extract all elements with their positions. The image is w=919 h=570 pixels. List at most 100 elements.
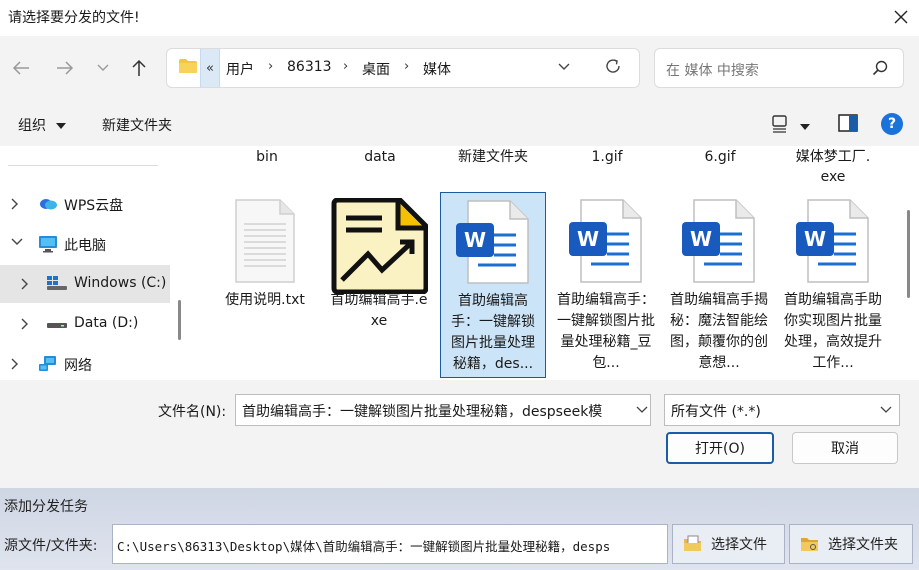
filename-history-dropdown[interactable] bbox=[636, 403, 648, 419]
up-button[interactable] bbox=[124, 53, 154, 83]
select-folder-button[interactable]: 选择文件夹 bbox=[789, 524, 913, 564]
sidebar-item-wps-cloud[interactable]: WPS云盘 bbox=[0, 185, 170, 223]
chevron-right-icon bbox=[11, 198, 18, 210]
sidebar-item-label: Windows (C:) bbox=[74, 275, 167, 291]
network-icon bbox=[39, 356, 56, 371]
breadcrumb-user[interactable]: 86313 bbox=[287, 59, 332, 75]
file-item-doc-selected[interactable]: W 首助编辑高手：一键解锁图片批量处理秘籍，des... bbox=[440, 192, 546, 378]
source-label: 源文件/文件夹: bbox=[4, 538, 98, 554]
file-item-doc[interactable]: W 首助编辑高手助你实现图片批量处理，高效提升工作... bbox=[780, 192, 886, 378]
file-item-media-factory-exe[interactable]: 媒体梦工厂. exe bbox=[778, 147, 888, 187]
file-name-label: 首助编辑高手：一键解锁图片批量处理秘籍_豆包... bbox=[557, 292, 655, 371]
chevron-down-icon bbox=[11, 238, 23, 245]
file-name-label: 首助编辑高手：一键解锁图片批量处理秘籍，des... bbox=[451, 293, 535, 372]
caret-down-icon[interactable] bbox=[800, 118, 810, 134]
folder-picker-icon bbox=[801, 538, 818, 551]
cloud-icon bbox=[40, 199, 57, 210]
address-overflow-button[interactable]: « bbox=[200, 49, 220, 87]
open-button[interactable]: 打开(O) bbox=[666, 432, 774, 464]
file-item-data[interactable]: data bbox=[325, 147, 435, 167]
chevron-down-icon[interactable] bbox=[880, 403, 892, 419]
chevron-down-icon bbox=[97, 64, 109, 71]
file-item-1-gif[interactable]: 1.gif bbox=[552, 147, 662, 167]
chevron-right-icon bbox=[21, 318, 28, 330]
file-item-doc[interactable]: W 首助编辑高手揭秘：魔法智能绘图，颠覆你的创意想... bbox=[666, 192, 772, 378]
source-path-input[interactable]: C:\Users\86313\Desktop\媒体\首助编辑高手：一键解锁图片批… bbox=[112, 524, 668, 564]
windows-drive-icon bbox=[47, 276, 67, 290]
chevron-down-icon bbox=[636, 406, 648, 413]
file-item-6-gif[interactable]: 6.gif bbox=[665, 147, 775, 167]
filename-input[interactable]: 首助编辑高手：一键解锁图片批量处理秘籍，despseek模 bbox=[235, 394, 651, 426]
select-folder-label: 选择文件夹 bbox=[828, 537, 898, 553]
refresh-button[interactable] bbox=[604, 57, 622, 79]
file-picker-icon bbox=[684, 535, 701, 551]
svg-text:W: W bbox=[577, 227, 599, 251]
forward-button[interactable] bbox=[50, 53, 80, 83]
breadcrumb-users[interactable]: 用户 bbox=[226, 59, 254, 79]
select-file-button[interactable]: 选择文件 bbox=[672, 524, 785, 564]
sidebar-item-label: 网络 bbox=[64, 358, 92, 374]
word-doc-icon: W bbox=[682, 199, 755, 283]
sidebar-item-windows-c[interactable]: Windows (C:) bbox=[0, 265, 170, 303]
file-name-label: 首助编辑高手揭秘：魔法智能绘图，颠覆你的创意想... bbox=[670, 292, 768, 371]
sidebar-item-label: WPS云盘 bbox=[64, 198, 124, 214]
sidebar-divider bbox=[8, 165, 158, 166]
search-placeholder[interactable]: 在 媒体 中搜索 bbox=[666, 60, 759, 80]
back-button[interactable] bbox=[6, 53, 36, 83]
sidebar-item-data-d[interactable]: Data (D:) bbox=[0, 305, 170, 343]
breadcrumb-separator[interactable]: › bbox=[343, 59, 348, 74]
caret-down-icon bbox=[56, 123, 67, 129]
organize-menu[interactable]: 组织 bbox=[18, 115, 67, 135]
word-doc-icon: W bbox=[569, 199, 642, 283]
svg-text:W: W bbox=[464, 228, 486, 252]
close-button[interactable] bbox=[886, 4, 916, 30]
refresh-icon bbox=[606, 59, 620, 73]
sidebar-item-network[interactable]: 网络 bbox=[0, 345, 170, 380]
pc-icon bbox=[39, 236, 57, 253]
close-icon bbox=[894, 10, 908, 24]
svg-text:W: W bbox=[690, 227, 712, 251]
arrow-right-icon bbox=[57, 61, 74, 75]
word-doc-icon: W bbox=[796, 199, 869, 283]
file-item-doc[interactable]: W 首助编辑高手：一键解锁图片批量处理秘籍_豆包... bbox=[553, 192, 659, 378]
select-file-label: 选择文件 bbox=[711, 537, 767, 553]
recent-locations-button[interactable] bbox=[88, 53, 118, 83]
dialog-title: 请选择要分发的文件! bbox=[8, 10, 140, 26]
folder-icon bbox=[178, 58, 198, 78]
chevron-right-icon bbox=[11, 358, 18, 370]
file-item-new-folder[interactable]: 新建文件夹 bbox=[438, 147, 548, 167]
breadcrumb-media[interactable]: 媒体 bbox=[423, 59, 451, 79]
help-icon[interactable]: ? bbox=[881, 113, 903, 135]
sidebar-item-this-pc[interactable]: 此电脑 bbox=[0, 225, 170, 263]
file-item-bin[interactable]: bin bbox=[212, 147, 322, 167]
view-options-icon[interactable] bbox=[772, 115, 788, 137]
breadcrumb-separator[interactable]: › bbox=[404, 59, 409, 74]
breadcrumb-desktop[interactable]: 桌面 bbox=[362, 59, 390, 79]
organize-label: 组织 bbox=[18, 118, 46, 134]
text-file-icon bbox=[235, 199, 295, 283]
search-icon[interactable] bbox=[872, 60, 888, 80]
filename-label: 文件名(N): bbox=[158, 404, 227, 420]
arrow-up-icon bbox=[132, 59, 146, 76]
new-folder-button[interactable]: 新建文件夹 bbox=[102, 115, 172, 135]
svg-text:W: W bbox=[804, 227, 826, 251]
sidebar-scrollbar[interactable] bbox=[178, 300, 181, 340]
preview-pane-icon[interactable] bbox=[838, 114, 858, 136]
file-list-scrollbar[interactable] bbox=[907, 210, 910, 298]
arrow-left-icon bbox=[12, 61, 29, 75]
word-doc-icon: W bbox=[456, 200, 529, 284]
sidebar-item-label: Data (D:) bbox=[74, 315, 139, 331]
address-history-dropdown[interactable] bbox=[557, 59, 571, 77]
file-name-label: 首助编辑高手.exe bbox=[330, 292, 428, 329]
cancel-button[interactable]: 取消 bbox=[792, 432, 898, 464]
file-name-label: 使用说明.txt bbox=[225, 292, 305, 308]
file-item-exe[interactable]: 首助编辑高手.exe bbox=[326, 192, 432, 378]
file-name-label: 首助编辑高手助你实现图片批量处理，高效提升工作... bbox=[784, 292, 882, 371]
app-icon bbox=[331, 198, 428, 294]
chevron-down-icon bbox=[558, 63, 570, 70]
filetype-select[interactable]: 所有文件 (*.*) bbox=[664, 394, 900, 426]
file-item-txt[interactable]: 使用说明.txt bbox=[212, 192, 318, 378]
drive-icon bbox=[47, 323, 67, 328]
breadcrumb-separator[interactable]: › bbox=[268, 59, 273, 74]
sidebar-item-label: 此电脑 bbox=[64, 238, 106, 254]
